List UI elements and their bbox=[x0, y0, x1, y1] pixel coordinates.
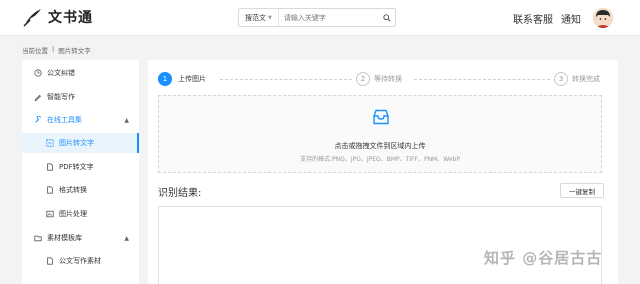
step-2-indicator: 2 bbox=[356, 72, 370, 86]
search-type-label: 搜范文 bbox=[245, 13, 266, 22]
wrench-icon bbox=[35, 116, 41, 123]
logo-feather-icon bbox=[23, 9, 41, 27]
result-title: 识别结果: bbox=[158, 188, 202, 199]
image-scan-icon bbox=[46, 139, 54, 147]
sidebar-item-label: 图片转文字 bbox=[59, 139, 94, 147]
inbox-icon bbox=[373, 109, 389, 125]
step-1-label: 上传图片 bbox=[178, 75, 206, 83]
watermark: 知乎 @谷居古古 bbox=[484, 249, 603, 267]
document-icon bbox=[47, 163, 53, 171]
sidebar-item-proofread[interactable]: 公文纠错 bbox=[22, 63, 139, 83]
copy-all-button[interactable]: 一键复制 bbox=[560, 183, 604, 198]
breadcrumb-current-label: 当前位置 bbox=[22, 47, 48, 55]
upload-dropzone[interactable]: 点击或拖拽文件到区域内上传 支持的格式:PNG、JPG、JPEG、BMP、TIF… bbox=[158, 95, 602, 173]
top-header: 文书通 搜范文 ▼ 联系客服 通知 bbox=[0, 0, 640, 36]
step-1-indicator: 1 bbox=[158, 72, 172, 86]
step-connector bbox=[414, 79, 550, 80]
sidebar-item-label: 格式转换 bbox=[59, 186, 87, 194]
search-icon bbox=[383, 13, 391, 22]
sidebar-group-template-library[interactable]: 素材模板库 ▲ bbox=[22, 228, 139, 248]
sidebar-item-smart-writing[interactable]: 智能写作 bbox=[22, 87, 139, 107]
sidebar-item-label: PDF转文字 bbox=[59, 163, 94, 171]
search-input[interactable] bbox=[278, 13, 379, 22]
pen-icon bbox=[34, 94, 41, 101]
breadcrumb-separator: | bbox=[52, 45, 55, 53]
sidebar-item-label: 在线工具集 bbox=[47, 116, 82, 124]
sidebar-group-online-tools[interactable]: 在线工具集 ▲ bbox=[22, 110, 139, 130]
sidebar-item-image-to-text[interactable]: 图片转文字 bbox=[22, 133, 139, 153]
progress-steps: 1 上传图片 2 等待转换 3 转换完成 bbox=[158, 72, 606, 86]
sidebar: 公文纠错 智能写作 在线工具集 ▲ 图片转文字 PDF转文字 格式转换 图片处理… bbox=[22, 60, 139, 284]
customer-service-link[interactable]: 联系客服 bbox=[513, 11, 553, 26]
sidebar-item-image-process[interactable]: 图片处理 bbox=[22, 204, 139, 224]
breadcrumb-page[interactable]: 图片转文字 bbox=[58, 45, 91, 55]
sidebar-item-label: 图片处理 bbox=[59, 210, 87, 218]
sidebar-item-label: 公文写作素材 bbox=[59, 257, 101, 265]
sidebar-item-format-convert[interactable]: 格式转换 bbox=[22, 180, 139, 200]
search-button[interactable] bbox=[379, 9, 395, 26]
avatar-face-icon bbox=[593, 8, 613, 28]
notification-link[interactable]: 通知 bbox=[561, 11, 581, 26]
search-type-select[interactable]: 搜范文 ▼ bbox=[239, 9, 279, 26]
chevron-up-icon: ▲ bbox=[124, 117, 129, 124]
step-2-label: 等待转换 bbox=[374, 75, 402, 83]
sidebar-item-label: 公文纠错 bbox=[47, 69, 75, 77]
image-icon bbox=[46, 210, 54, 218]
sidebar-item-writing-materials[interactable]: 公文写作素材 bbox=[22, 251, 139, 271]
logo[interactable]: 文书通 bbox=[22, 6, 93, 28]
step-connector bbox=[220, 79, 352, 80]
chevron-down-icon: ▼ bbox=[268, 14, 272, 21]
sidebar-item-pdf-to-text[interactable]: PDF转文字 bbox=[22, 157, 139, 177]
upload-formats: 支持的格式:PNG、JPG、JPEG、BMP、TIFF、PNM、WebP bbox=[300, 156, 460, 163]
upload-instruction: 点击或拖拽文件到区域内上传 bbox=[334, 142, 426, 150]
logo-text: 文书通 bbox=[48, 10, 93, 26]
search-bar: 搜范文 ▼ bbox=[238, 8, 396, 27]
sidebar-item-label: 智能写作 bbox=[47, 93, 75, 101]
avatar[interactable] bbox=[593, 8, 613, 28]
breadcrumb: 当前位置 | 图片转文字 bbox=[22, 45, 91, 55]
chevron-up-icon: ▲ bbox=[124, 235, 129, 242]
document-icon bbox=[47, 186, 53, 194]
result-textarea[interactable] bbox=[158, 206, 602, 284]
folder-icon bbox=[34, 235, 42, 242]
clock-icon bbox=[34, 69, 42, 77]
step-3-indicator: 3 bbox=[554, 72, 568, 86]
step-3-label: 转换完成 bbox=[572, 75, 600, 83]
document-icon bbox=[47, 257, 53, 265]
sidebar-item-label: 素材模板库 bbox=[47, 234, 82, 242]
